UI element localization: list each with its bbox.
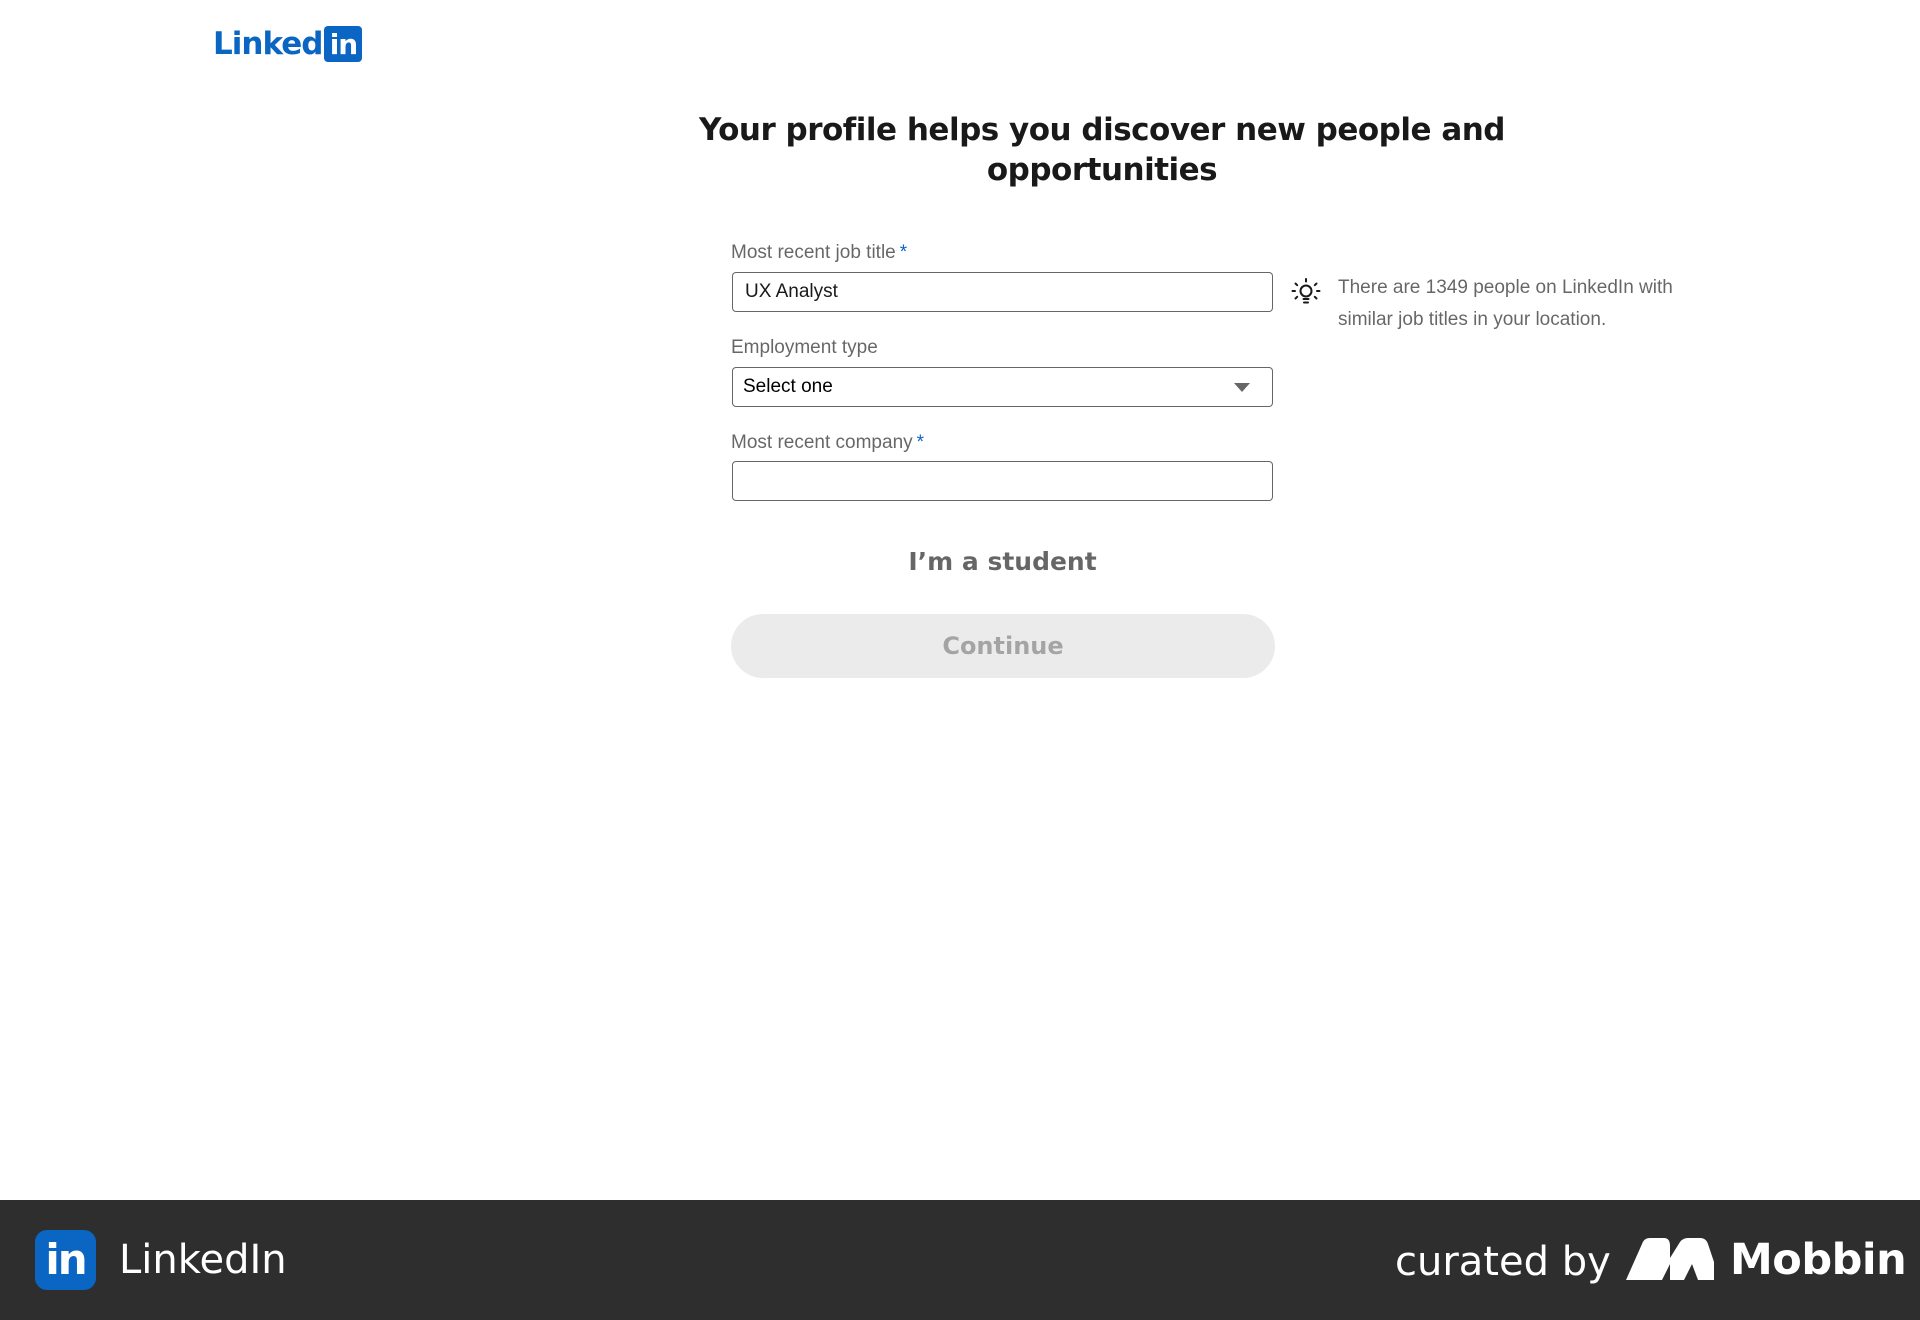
job-title-label-text: Most recent job title	[731, 242, 896, 263]
employment-type-value: Select one	[743, 376, 833, 397]
employment-type-label: Employment type	[731, 337, 878, 358]
company-label: Most recent company *	[731, 431, 924, 455]
continue-button[interactable]: Continue	[731, 614, 1275, 678]
linkedin-app-icon: in	[35, 1230, 96, 1290]
job-title-label: Most recent job title *	[731, 241, 907, 265]
company-input[interactable]	[732, 461, 1273, 501]
caret-down-icon	[1234, 382, 1250, 392]
lightbulb-icon	[1291, 278, 1321, 304]
required-marker: *	[916, 432, 925, 453]
job-title-input[interactable]	[732, 272, 1273, 312]
required-marker: *	[899, 242, 908, 263]
company-label-text: Most recent company	[731, 432, 913, 453]
logo-wordmark: Linked	[213, 26, 323, 62]
student-link[interactable]: I’m a student	[732, 545, 1273, 579]
employment-type-select[interactable]: Select one	[732, 367, 1273, 407]
mobbin-wordmark: Mobbin	[1730, 1235, 1907, 1285]
logo-in-box: in	[324, 26, 363, 62]
footer-banner: in LinkedIn curated by Mobbin	[0, 1200, 1920, 1320]
mobbin-logo-icon	[1626, 1238, 1714, 1280]
linkedin-logo[interactable]: Linked in	[213, 26, 363, 62]
page-title: Your profile helps you discover new peop…	[698, 112, 1506, 188]
footer-app-name: LinkedIn	[119, 1237, 287, 1283]
curated-by-label: curated by	[1395, 1239, 1611, 1285]
job-title-hint: There are 1349 people on LinkedIn with s…	[1338, 277, 1673, 330]
